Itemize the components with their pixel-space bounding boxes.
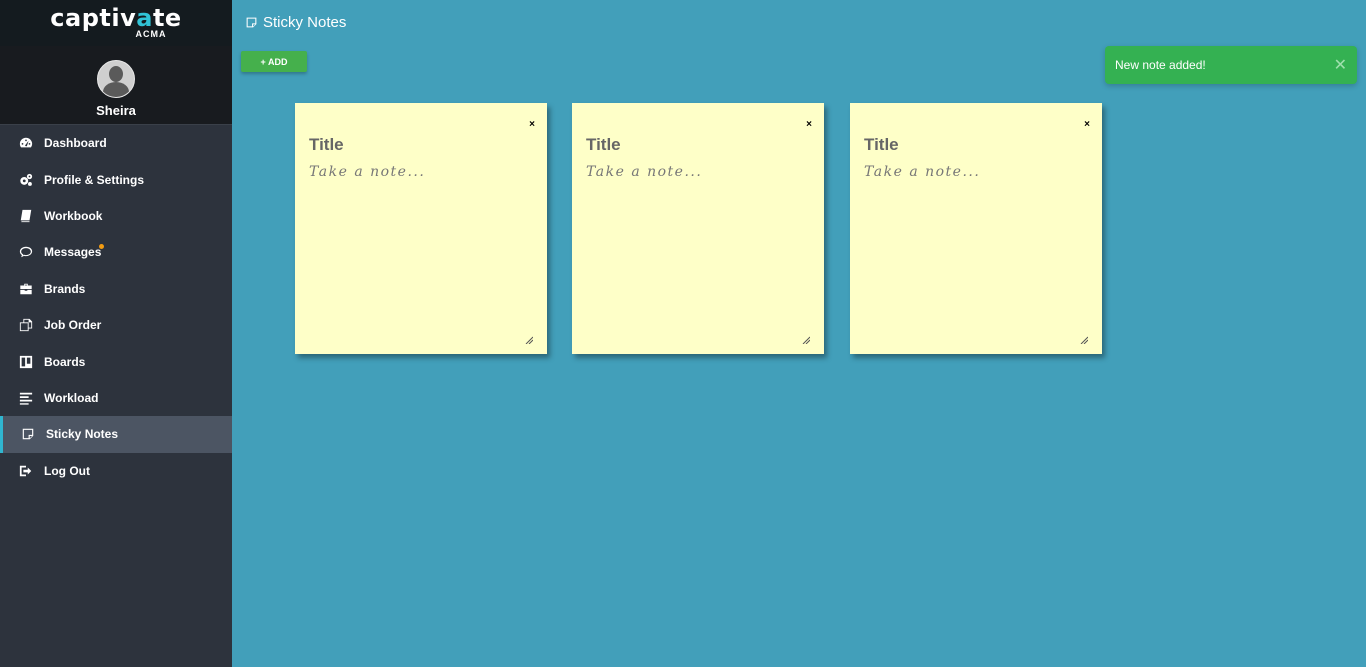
resize-handle-icon[interactable] xyxy=(1080,336,1088,344)
sidebar-item-label: Messages xyxy=(44,245,102,260)
note-close-button[interactable]: × xyxy=(806,119,812,130)
sticky-note-icon xyxy=(246,17,257,28)
note-close-button[interactable]: × xyxy=(1084,119,1090,130)
sidebar-item-label: Workbook xyxy=(44,208,103,223)
sidebar-item-messages[interactable]: Messages xyxy=(0,234,232,270)
note-close-button[interactable]: × xyxy=(529,119,535,130)
board-icon xyxy=(18,354,34,370)
close-icon[interactable]: ✕ xyxy=(1334,55,1347,75)
note-title[interactable]: Title xyxy=(864,135,899,155)
sidebar-item-boards[interactable]: Boards xyxy=(0,343,232,379)
resize-handle-icon[interactable] xyxy=(802,336,810,344)
note-title[interactable]: Title xyxy=(586,135,621,155)
sidebar-nav: Dashboard Profile & Settings Workbook Me… xyxy=(0,125,232,489)
dashboard-icon xyxy=(18,135,34,151)
sidebar-item-job-order[interactable]: Job Order xyxy=(0,307,232,343)
sidebar-item-label: Boards xyxy=(44,354,86,369)
sidebar-item-label: Sticky Notes xyxy=(46,427,119,442)
sidebar-item-label: Job Order xyxy=(44,318,102,333)
sticky-note[interactable]: × Title Take a note... xyxy=(295,103,547,354)
note-body-input[interactable]: Take a note... xyxy=(309,164,425,180)
sticky-note[interactable]: × Title Take a note... xyxy=(850,103,1102,354)
toast-message: New note added! xyxy=(1115,58,1206,72)
copy-icon xyxy=(18,317,34,333)
sidebar-item-label: Profile & Settings xyxy=(44,172,145,187)
note-body-input[interactable]: Take a note... xyxy=(586,164,702,180)
resize-handle-icon[interactable] xyxy=(525,336,533,344)
sidebar-item-label: Workload xyxy=(44,390,99,405)
user-name: Sheira xyxy=(96,103,136,118)
sidebar-item-log-out[interactable]: Log Out xyxy=(0,453,232,489)
briefcase-icon xyxy=(18,281,34,297)
gears-icon xyxy=(18,172,34,188)
sidebar-item-brands[interactable]: Brands xyxy=(0,271,232,307)
brand-logo[interactable]: captivate ACMA xyxy=(0,0,232,46)
align-left-icon xyxy=(18,390,34,406)
note-body-input[interactable]: Take a note... xyxy=(864,164,980,180)
book-icon xyxy=(18,208,34,224)
sidebar-item-label: Brands xyxy=(44,281,86,296)
success-toast: New note added! ✕ xyxy=(1105,46,1357,84)
sidebar-item-workbook[interactable]: Workbook xyxy=(0,198,232,234)
sign-out-icon xyxy=(18,463,34,479)
chat-icon xyxy=(18,244,34,260)
sticky-note[interactable]: × Title Take a note... xyxy=(572,103,824,354)
sidebar-item-label: Dashboard xyxy=(44,136,107,151)
avatar[interactable] xyxy=(97,60,135,98)
sidebar-item-workload[interactable]: Workload xyxy=(0,380,232,416)
sidebar-item-dashboard[interactable]: Dashboard xyxy=(0,125,232,161)
sidebar: captivate ACMA Sheira Dashboard Profile … xyxy=(0,0,232,667)
user-profile: Sheira xyxy=(0,46,232,125)
sticky-note-icon xyxy=(20,426,36,442)
notification-dot xyxy=(99,244,104,250)
sidebar-item-sticky-notes[interactable]: Sticky Notes xyxy=(0,416,232,453)
page-title-text: Sticky Notes xyxy=(263,14,347,31)
brand-subtitle: ACMA xyxy=(135,29,167,39)
sidebar-item-profile-settings[interactable]: Profile & Settings xyxy=(0,161,232,197)
add-note-button[interactable]: + ADD xyxy=(241,51,307,72)
page-title: Sticky Notes xyxy=(245,14,346,31)
sidebar-item-label: Log Out xyxy=(44,463,90,478)
note-title[interactable]: Title xyxy=(309,135,344,155)
brand-name: captivate xyxy=(50,4,182,32)
